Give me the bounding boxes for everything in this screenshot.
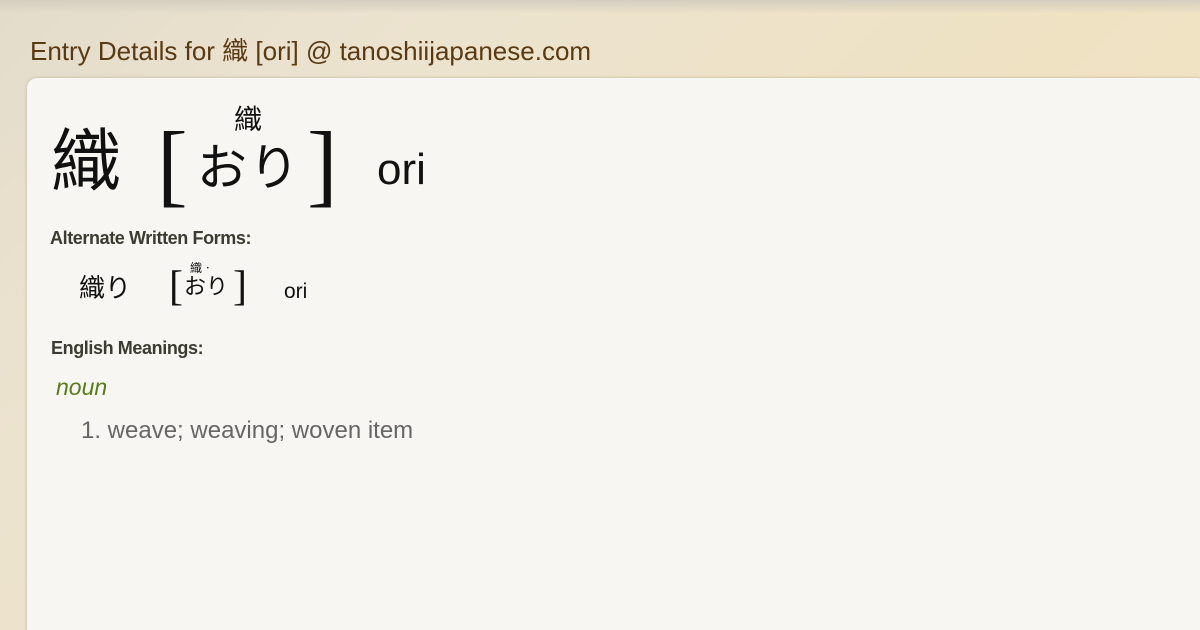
english-meanings-heading: English Meanings: — [51, 338, 204, 358]
alternate-form-written: 織り — [79, 274, 132, 304]
main-entry: 織 [ 織 おり ] ori — [27, 78, 727, 218]
alternate-form-furigana: 織 · — [190, 261, 210, 275]
alternate-form-row: 織り [ 織 · おり ] ori — [27, 258, 527, 310]
entry-kanji: 織 — [51, 121, 121, 203]
entry-bracket-open: [ — [157, 113, 188, 215]
meaning-item: 1. weave; weaving; woven item — [81, 417, 414, 444]
entry-romaji: ori — [377, 145, 426, 194]
entry-card: 織 [ 織 おり ] ori Alternate Written Forms: … — [27, 78, 1200, 630]
entry-bracket-close: ] — [307, 113, 338, 215]
entry-furigana: 織 — [234, 103, 263, 136]
alternate-form-romaji: ori — [284, 280, 308, 303]
alternate-forms-heading: Alternate Written Forms: — [50, 228, 252, 248]
page-title: Entry Details for 織 [ori] @ tanoshiijapa… — [30, 36, 592, 66]
alternate-form-bracket-open: [ — [169, 264, 183, 310]
alternate-form-kana: おり — [184, 275, 229, 300]
alternate-form-bracket-close: ] — [233, 264, 247, 310]
top-shade — [0, 0, 1200, 14]
entry-kana-reading: おり — [197, 139, 301, 197]
part-of-speech: noun — [56, 374, 108, 400]
